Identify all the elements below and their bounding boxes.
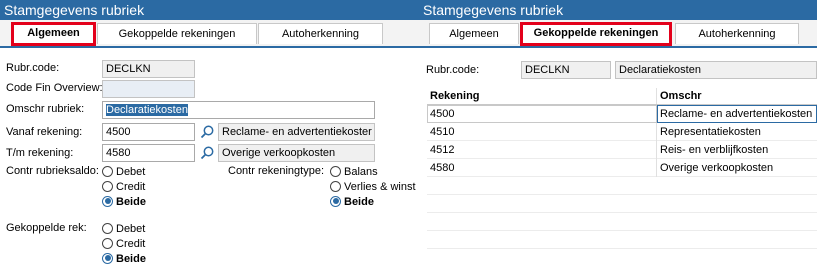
radio-selected-icon <box>102 252 113 264</box>
tab-autoherkenning[interactable]: Autoherkenning <box>675 23 799 44</box>
omschr-rubriek-value: Declaratiekosten <box>106 104 188 116</box>
cell-omschr[interactable]: Reclame- en advertentiekosten <box>656 104 817 123</box>
radio-type-balans[interactable]: Balans <box>330 165 378 179</box>
radio-saldo-debet[interactable]: Debet <box>102 165 145 179</box>
search-icon[interactable] <box>199 124 215 140</box>
radio-gek-credit[interactable]: Credit <box>102 237 145 251</box>
column-header-rekening[interactable]: Rekening <box>427 88 657 105</box>
radio-saldo-credit[interactable]: Credit <box>102 180 145 194</box>
radio-label: Debet <box>116 166 146 178</box>
cell-rekening[interactable]: 4510 <box>427 123 657 141</box>
omschr-rubriek-input[interactable]: Declaratiekosten <box>102 101 375 119</box>
cell-rekening[interactable]: 4512 <box>427 141 657 159</box>
radio-label: Credit <box>116 238 146 250</box>
radio-label: Debet <box>116 223 146 235</box>
radio-icon <box>102 165 113 177</box>
radio-selected-icon <box>330 195 341 207</box>
cell-omschr[interactable]: Overige verkoopkosten <box>656 159 817 177</box>
search-icon[interactable] <box>199 145 215 161</box>
radio-icon <box>102 180 113 192</box>
tm-rekening-desc: Overige verkoopkosten <box>218 144 375 162</box>
radio-gek-beide[interactable]: Beide <box>102 252 146 266</box>
radio-icon <box>102 222 113 234</box>
code-fin-overview-field[interactable] <box>102 80 195 98</box>
omschr-rubriek-label: Omschr rubriek: <box>6 103 85 115</box>
rubr-code-field[interactable]: DECLKN <box>521 61 611 79</box>
radio-label: Verlies & winst <box>344 181 416 193</box>
table-header-row: Rekening Omschr <box>427 88 817 105</box>
rubr-code-field[interactable]: DECLKN <box>102 60 195 78</box>
vanaf-rekening-label: Vanaf rekening: <box>6 126 83 138</box>
radio-gek-debet[interactable]: Debet <box>102 222 145 236</box>
radio-type-beide[interactable]: Beide <box>330 195 374 209</box>
contr-rekeningtype-label: Contr rekeningtype: <box>228 165 324 177</box>
tab-algemeen[interactable]: Algemeen <box>429 23 519 44</box>
right-window: Stamgegevens rubriek Algemeen Gekoppelde… <box>419 0 817 266</box>
rekeningen-table: Rekening Omschr 4500 Reclame- en adverte… <box>427 88 817 177</box>
tab-algemeen[interactable]: Algemeen <box>11 22 96 46</box>
radio-label: Beide <box>116 253 146 265</box>
vanaf-rekening-input[interactable]: 4500 <box>102 123 195 141</box>
cell-omschr[interactable]: Reis- en verblijfkosten <box>656 141 817 159</box>
radio-label: Credit <box>116 181 146 193</box>
tab-gekoppelde-rekeningen[interactable]: Gekoppelde rekeningen <box>97 23 257 44</box>
radio-icon <box>330 165 341 177</box>
window-title: Stamgegevens rubriek <box>419 0 817 20</box>
tab-gekoppelde-rekeningen[interactable]: Gekoppelde rekeningen <box>520 22 672 46</box>
radio-type-verlies-winst[interactable]: Verlies & winst <box>330 180 416 194</box>
radio-icon <box>102 237 113 249</box>
tab-autoherkenning[interactable]: Autoherkenning <box>258 23 383 44</box>
rubr-code-label: Rubr.code: <box>426 64 480 76</box>
radio-icon <box>330 180 341 192</box>
radio-selected-icon <box>102 195 113 207</box>
tm-rekening-input[interactable]: 4580 <box>102 144 195 162</box>
table-row[interactable]: 4500 Reclame- en advertentiekosten <box>427 104 817 123</box>
code-fin-overview-label: Code Fin Overview: <box>6 82 103 94</box>
radio-saldo-beide[interactable]: Beide <box>102 195 146 209</box>
radio-label: Beide <box>344 196 374 208</box>
tab-strip: Algemeen Gekoppelde rekeningen Autoherke… <box>0 20 419 48</box>
table-row[interactable]: 4510 Representatiekosten <box>427 123 817 141</box>
table-row[interactable]: 4580 Overige verkoopkosten <box>427 159 817 177</box>
tab-strip: Algemeen Gekoppelde rekeningen Autoherke… <box>419 20 817 48</box>
radio-label: Beide <box>116 196 146 208</box>
tm-rekening-label: T/m rekening: <box>6 147 74 159</box>
cell-rekening[interactable]: 4580 <box>427 159 657 177</box>
rubr-desc-field: Declaratiekosten <box>615 61 817 79</box>
column-header-omschr[interactable]: Omschr <box>656 88 817 105</box>
table-row[interactable]: 4512 Reis- en verblijfkosten <box>427 141 817 159</box>
vanaf-rekening-desc: Reclame- en advertentiekoster <box>218 123 375 141</box>
cell-omschr[interactable]: Representatiekosten <box>656 123 817 141</box>
rubr-code-label: Rubr.code: <box>6 62 60 74</box>
left-window: Stamgegevens rubriek Algemeen Gekoppelde… <box>0 0 420 266</box>
gekoppelde-rek-label: Gekoppelde rek: <box>6 222 87 234</box>
radio-label: Balans <box>344 166 378 178</box>
contr-rubrieksaldo-label: Contr rubrieksaldo: <box>6 165 99 177</box>
cell-rekening[interactable]: 4500 <box>427 104 657 123</box>
window-title: Stamgegevens rubriek <box>0 0 419 20</box>
